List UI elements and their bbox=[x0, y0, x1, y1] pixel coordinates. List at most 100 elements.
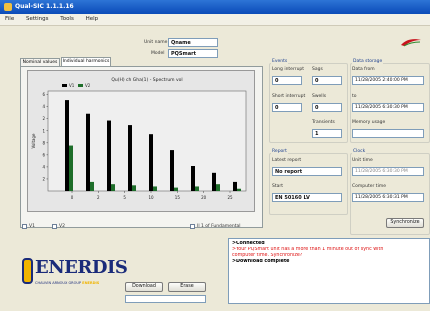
menu-settings[interactable]: Settings bbox=[21, 14, 54, 25]
bar-v2 bbox=[132, 185, 136, 191]
model-label: Model bbox=[151, 51, 165, 56]
bar-v1 bbox=[128, 125, 132, 191]
y-tick-label: 2 bbox=[42, 176, 45, 181]
erase-button[interactable]: Erase bbox=[168, 282, 206, 292]
message-log: >Connected >Your PQSmart unit has a more… bbox=[228, 238, 430, 304]
chart-title: Qu(H) ch Gha(1) - Spectrum vol bbox=[111, 77, 182, 83]
tab-nominal-values[interactable]: Nominal values bbox=[20, 58, 60, 66]
bar-v1 bbox=[212, 172, 216, 191]
sags-field[interactable]: 0 bbox=[312, 76, 342, 85]
bar-v1 bbox=[149, 134, 153, 191]
bar-v1 bbox=[191, 166, 195, 191]
legend-label-v2: V2 bbox=[85, 83, 91, 88]
window-title: Qual-SIC 1.1.1.16 bbox=[15, 3, 74, 10]
y-tick-label: 4 bbox=[42, 104, 45, 109]
memory-usage-bar bbox=[352, 129, 424, 138]
enerdis-logo: ENERDIS CHAUVIN ARNOUX GROUP ENERDIS bbox=[22, 255, 128, 291]
logo-subtitle: CHAUVIN ARNOUX GROUP ENERDIS bbox=[35, 281, 99, 285]
events-title: Events bbox=[271, 59, 289, 64]
model-field[interactable]: PQSmart bbox=[168, 49, 218, 58]
logo-sub-suffix: ENERDIS bbox=[82, 281, 100, 285]
long-interrupt-label: Long interrupt bbox=[272, 67, 305, 72]
legend-swatch-v2 bbox=[78, 84, 83, 87]
bar-v2 bbox=[195, 186, 199, 191]
data-to-field[interactable]: 11/28/2005 6:30:30 PM bbox=[352, 103, 424, 112]
bar-v2 bbox=[153, 186, 157, 191]
transients-label: Transients bbox=[312, 120, 335, 125]
bar-v2 bbox=[69, 145, 73, 191]
transients-field[interactable]: 1 bbox=[312, 129, 342, 138]
v2-checkbox[interactable] bbox=[52, 224, 57, 229]
y-tick-label: 1 bbox=[42, 128, 45, 133]
logo-name: ENERDIS bbox=[35, 257, 128, 278]
x-tick-label: 15 bbox=[175, 195, 181, 200]
harmonics-chart-svg: Qu(H) ch Gha(1) - Spectrum vol Voltage 2 4 6… bbox=[31, 77, 247, 200]
fundamental-checkbox[interactable] bbox=[190, 224, 195, 229]
swells-field[interactable]: 0 bbox=[312, 103, 342, 112]
x-tick-label: 25 bbox=[227, 195, 233, 200]
report-title: Report bbox=[271, 149, 288, 154]
bar-v2 bbox=[90, 181, 94, 191]
sags-label: Sags bbox=[312, 67, 323, 72]
bar-v1 bbox=[233, 181, 237, 191]
menu-bar: File Settings Tools Help bbox=[0, 14, 430, 26]
menu-help[interactable]: Help bbox=[81, 14, 104, 25]
memory-usage-label: Memory usage bbox=[352, 120, 386, 125]
synchronize-button[interactable]: Synchronize bbox=[386, 218, 424, 228]
harmonics-chart: Qu(H) ch Gha(1) - Spectrum vol Voltage 2 4 6… bbox=[27, 70, 255, 212]
latest-report-field[interactable]: No report bbox=[272, 167, 342, 176]
data-from-field[interactable]: 11/28/2005 2:40:00 PM bbox=[352, 76, 424, 85]
menu-tools[interactable]: Tools bbox=[55, 14, 79, 25]
logo-sub-prefix: CHAUVIN ARNOUX GROUP bbox=[35, 281, 82, 285]
x-tick-label: 2 bbox=[97, 195, 100, 200]
bar-v2 bbox=[237, 188, 241, 191]
bar-v1 bbox=[107, 120, 111, 191]
v2-checkbox-label: V2 bbox=[59, 223, 65, 229]
bar-v1 bbox=[86, 113, 90, 191]
title-bar: Qual-SIC 1.1.1.16 bbox=[0, 0, 430, 14]
latest-report-label: Latest report bbox=[272, 158, 302, 163]
data-to-label: to bbox=[352, 94, 357, 99]
enerdis-mark-icon bbox=[22, 258, 33, 284]
unit-time-label: Unit time bbox=[352, 158, 373, 163]
x-tick-label: 20 bbox=[201, 195, 207, 200]
v1-checkbox[interactable] bbox=[22, 224, 27, 229]
unit-time-field[interactable]: 11/28/2005 6:30:30 PM bbox=[352, 167, 424, 176]
tab-individual-harmonics[interactable]: Individual harmonics bbox=[61, 57, 111, 66]
data-storage-title: Data storage bbox=[352, 59, 384, 64]
brand-swoosh-icon bbox=[401, 39, 421, 47]
y-tick-label: 8 bbox=[42, 140, 45, 145]
y-axis-label: Voltage bbox=[31, 133, 36, 149]
computer-time-label: Computer time bbox=[352, 184, 386, 189]
y-tick-label: 6 bbox=[42, 152, 45, 157]
unit-name-field[interactable]: Qname bbox=[168, 38, 218, 47]
legend-label-v1: V1 bbox=[69, 83, 75, 88]
long-interrupt-field[interactable]: 0 bbox=[272, 76, 302, 85]
bar-v2 bbox=[174, 187, 178, 191]
v1-checkbox-label: V1 bbox=[29, 223, 35, 229]
x-tick-label: 10 bbox=[148, 195, 154, 200]
clock-title: Clock bbox=[352, 149, 367, 154]
x-tick-label: 0 bbox=[71, 195, 74, 200]
download-button[interactable]: Download bbox=[125, 282, 163, 292]
bar-v2 bbox=[111, 184, 115, 191]
app-icon bbox=[4, 3, 12, 11]
short-interrupt-field[interactable]: 0 bbox=[272, 103, 302, 112]
computer-time-field[interactable]: 11/28/2005 6:30:31 PM bbox=[352, 193, 424, 202]
fundamental-checkbox-label: Il 1 of Fundamental bbox=[197, 223, 241, 229]
menu-file[interactable]: File bbox=[0, 14, 19, 25]
y-tick-label: 2 bbox=[42, 116, 45, 121]
y-tick-label: 6 bbox=[42, 92, 45, 97]
swells-label: Swells bbox=[312, 94, 327, 99]
legend-swatch-v1 bbox=[62, 84, 67, 87]
log-line: >Download complete bbox=[232, 259, 290, 264]
start-label: Start bbox=[272, 184, 283, 189]
bar-v2 bbox=[216, 184, 220, 191]
start-report-field[interactable]: EN 50160 LV bbox=[272, 193, 342, 202]
unit-name-label: Unit name bbox=[144, 40, 168, 45]
progress-bar bbox=[125, 295, 206, 303]
short-interrupt-label: Short interrupt bbox=[272, 94, 306, 99]
x-tick-label: 5 bbox=[123, 195, 126, 200]
bar-v1 bbox=[65, 100, 69, 191]
plot-area bbox=[47, 90, 247, 192]
